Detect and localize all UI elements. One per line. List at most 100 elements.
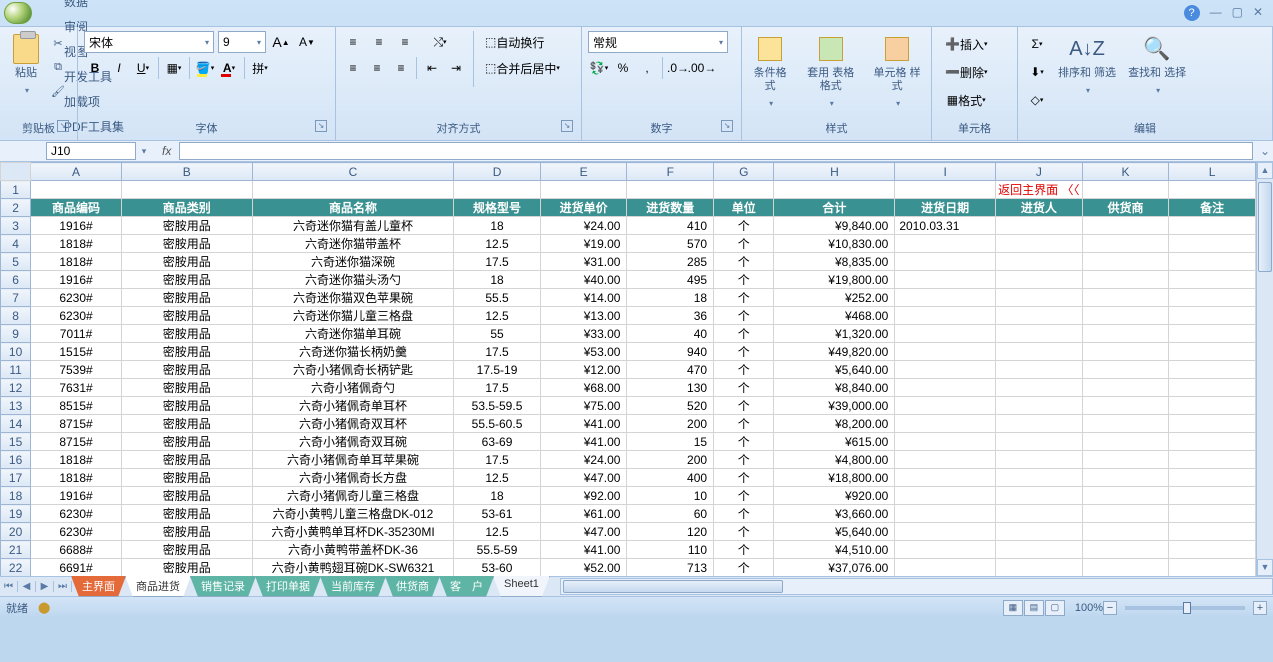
sheet-tab[interactable]: 客 户	[439, 576, 494, 597]
cell[interactable]: 六奇小黄鸭翅耳碗DK-SW6321	[252, 559, 453, 577]
cell[interactable]	[1169, 235, 1256, 253]
cell[interactable]	[996, 361, 1083, 379]
cell[interactable]	[996, 487, 1083, 505]
sort-filter-button[interactable]: A↓Z排序和 筛选	[1054, 31, 1120, 98]
cell[interactable]: 63-69	[454, 433, 541, 451]
cell[interactable]: 六奇迷你猫长柄奶羹	[252, 343, 453, 361]
sheet-tab[interactable]: 当前库存	[320, 576, 386, 597]
cell[interactable]: 1818#	[31, 235, 122, 253]
cell[interactable]: 六奇小猪佩奇长方盘	[252, 469, 453, 487]
cell[interactable]: 密胺用品	[121, 361, 252, 379]
view-normal-icon[interactable]: ▦	[1003, 600, 1023, 616]
scroll-thumb[interactable]	[1258, 182, 1272, 272]
horizontal-scrollbar[interactable]	[560, 578, 1273, 595]
cell[interactable]	[996, 505, 1083, 523]
cell[interactable]	[996, 379, 1083, 397]
cell[interactable]	[996, 559, 1083, 577]
cell[interactable]	[996, 343, 1083, 361]
row-header[interactable]: 20	[1, 523, 31, 541]
vertical-scrollbar[interactable]: ▲ ▼	[1256, 162, 1273, 576]
cell[interactable]: 密胺用品	[121, 271, 252, 289]
table-header-cell[interactable]: 商品类别	[121, 199, 252, 217]
table-header-cell[interactable]: 规格型号	[454, 199, 541, 217]
cell[interactable]: 密胺用品	[121, 289, 252, 307]
cell[interactable]: ¥41.00	[540, 415, 627, 433]
cell[interactable]	[1169, 523, 1256, 541]
cell[interactable]: ¥8,200.00	[774, 415, 895, 433]
cell[interactable]: 密胺用品	[121, 541, 252, 559]
cell[interactable]: ¥61.00	[540, 505, 627, 523]
hscroll-thumb[interactable]	[563, 580, 783, 593]
scroll-up-icon[interactable]: ▲	[1257, 162, 1273, 179]
cell[interactable]: 个	[714, 451, 774, 469]
row-header[interactable]: 13	[1, 397, 31, 415]
cell[interactable]	[1082, 541, 1169, 559]
cell[interactable]: ¥3,660.00	[774, 505, 895, 523]
cell[interactable]	[996, 325, 1083, 343]
phonetic-button[interactable]: 拼▾	[249, 57, 271, 79]
column-header[interactable]: B	[121, 163, 252, 181]
table-header-cell[interactable]: 进货数量	[627, 199, 714, 217]
cell[interactable]: 个	[714, 523, 774, 541]
table-header-cell[interactable]: 进货日期	[895, 199, 996, 217]
row-header[interactable]: 17	[1, 469, 31, 487]
italic-button[interactable]: I	[108, 57, 130, 79]
cell[interactable]: ¥4,800.00	[774, 451, 895, 469]
cell[interactable]: 520	[627, 397, 714, 415]
cell[interactable]	[895, 469, 996, 487]
cell[interactable]: 200	[627, 415, 714, 433]
cell[interactable]	[1082, 469, 1169, 487]
cell[interactable]	[895, 433, 996, 451]
view-pagebreak-icon[interactable]: ▢	[1045, 600, 1065, 616]
cell[interactable]: 53-61	[454, 505, 541, 523]
merge-center-button[interactable]: ⬚ 合并后居中 ▾	[480, 57, 565, 79]
cell[interactable]	[1082, 361, 1169, 379]
cell[interactable]: 个	[714, 253, 774, 271]
cell[interactable]: 六奇小黄鸭带盖杯DK-36	[252, 541, 453, 559]
cell[interactable]: 个	[714, 433, 774, 451]
cell[interactable]: ¥31.00	[540, 253, 627, 271]
cell[interactable]	[996, 397, 1083, 415]
cell[interactable]: ¥9,840.00	[774, 217, 895, 235]
cell[interactable]	[1082, 343, 1169, 361]
cell[interactable]: 密胺用品	[121, 253, 252, 271]
view-layout-icon[interactable]: ▤	[1024, 600, 1044, 616]
cell[interactable]	[1169, 505, 1256, 523]
cell[interactable]: 个	[714, 397, 774, 415]
cell[interactable]: 18	[454, 217, 541, 235]
cell[interactable]	[627, 181, 714, 199]
cell[interactable]: ¥8,840.00	[774, 379, 895, 397]
clear-button[interactable]: ◇ ▾	[1026, 89, 1048, 111]
cell[interactable]: 6691#	[31, 559, 122, 577]
row-header[interactable]: 14	[1, 415, 31, 433]
cell[interactable]	[454, 181, 541, 199]
cell[interactable]	[1169, 451, 1256, 469]
cell[interactable]	[1169, 397, 1256, 415]
row-header[interactable]: 2	[1, 199, 31, 217]
cell[interactable]: ¥1,320.00	[774, 325, 895, 343]
cell[interactable]	[540, 181, 627, 199]
cell[interactable]: 400	[627, 469, 714, 487]
column-header[interactable]: F	[627, 163, 714, 181]
align-center-icon[interactable]: ≡	[366, 57, 388, 79]
close-icon[interactable]: ✕	[1253, 5, 1263, 21]
select-all-corner[interactable]	[1, 163, 31, 181]
fill-color-button[interactable]: 🪣▾	[194, 57, 216, 79]
align-right-icon[interactable]: ≡	[390, 57, 412, 79]
cell[interactable]: 8515#	[31, 397, 122, 415]
align-middle-icon[interactable]: ≡	[368, 31, 390, 53]
cell[interactable]	[1082, 451, 1169, 469]
cell[interactable]: 120	[627, 523, 714, 541]
restore-icon[interactable]: ▢	[1232, 5, 1243, 21]
row-header[interactable]: 10	[1, 343, 31, 361]
zoom-slider[interactable]	[1125, 606, 1245, 610]
cell[interactable]: 返回主界面 〈〈	[996, 181, 1083, 199]
cell[interactable]: 密胺用品	[121, 559, 252, 577]
table-header-cell[interactable]: 商品编码	[31, 199, 122, 217]
cell[interactable]	[1082, 217, 1169, 235]
sheet-nav-last-icon[interactable]: ⏭	[54, 581, 72, 592]
sheet-tab[interactable]: 销售记录	[190, 576, 256, 597]
cell[interactable]: 六奇小黄鸭儿童三格盘DK-012	[252, 505, 453, 523]
cell[interactable]: 1916#	[31, 217, 122, 235]
cell[interactable]	[996, 469, 1083, 487]
